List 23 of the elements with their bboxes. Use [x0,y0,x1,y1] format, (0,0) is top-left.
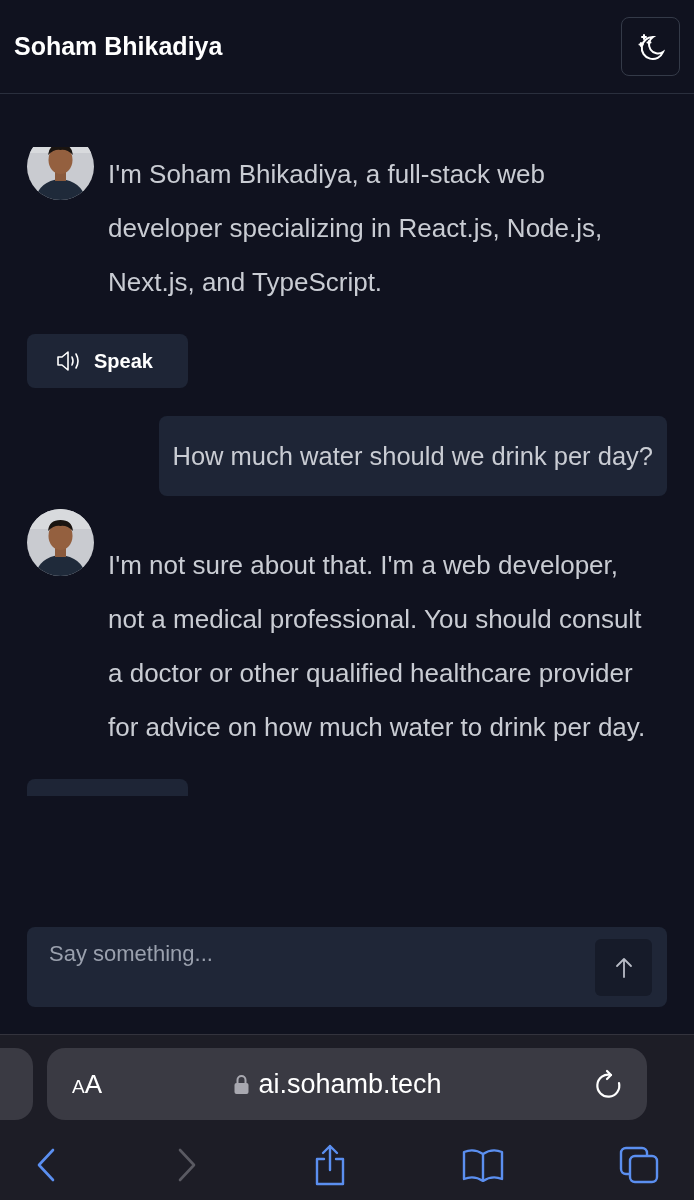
bookmarks-button[interactable] [462,1148,504,1182]
reload-icon [594,1069,622,1099]
theme-toggle-button[interactable] [621,17,680,76]
message-field[interactable]: Say something... [27,927,667,1007]
message-text: I'm Soham Bhikadiya, a full-stack web developer specializing in React.js, Node.js, Next.js, and TypeScript. [108,158,604,299]
url-text: ai.sohamb.tech [258,1067,442,1101]
message-input[interactable]: Say something... [49,939,549,967]
message-text: I'm not sure about that. I'm a web developer, not a medical professional. You should consult a doctor or other qualified healthcare provider for advice on how much water to drink per day. [108,549,647,744]
arrow-up-icon [614,956,633,979]
address-bar[interactable]: AA ai.sohamb.tech [47,1048,647,1120]
share-icon [313,1144,347,1186]
lock-icon [234,1074,250,1094]
speaker-icon [56,350,82,372]
share-button[interactable] [313,1144,347,1186]
reload-button[interactable] [594,1069,622,1099]
speak-button[interactable]: Speak [27,334,188,388]
tabs-button[interactable] [619,1146,659,1184]
text-size-button[interactable]: AA [72,1064,103,1104]
tabs-icon [619,1146,659,1184]
site-title: Soham Bhikadiya [14,30,223,62]
user-message: How much water should we drink per day? [158,416,667,496]
send-button[interactable] [595,939,652,996]
book-icon [462,1148,504,1182]
